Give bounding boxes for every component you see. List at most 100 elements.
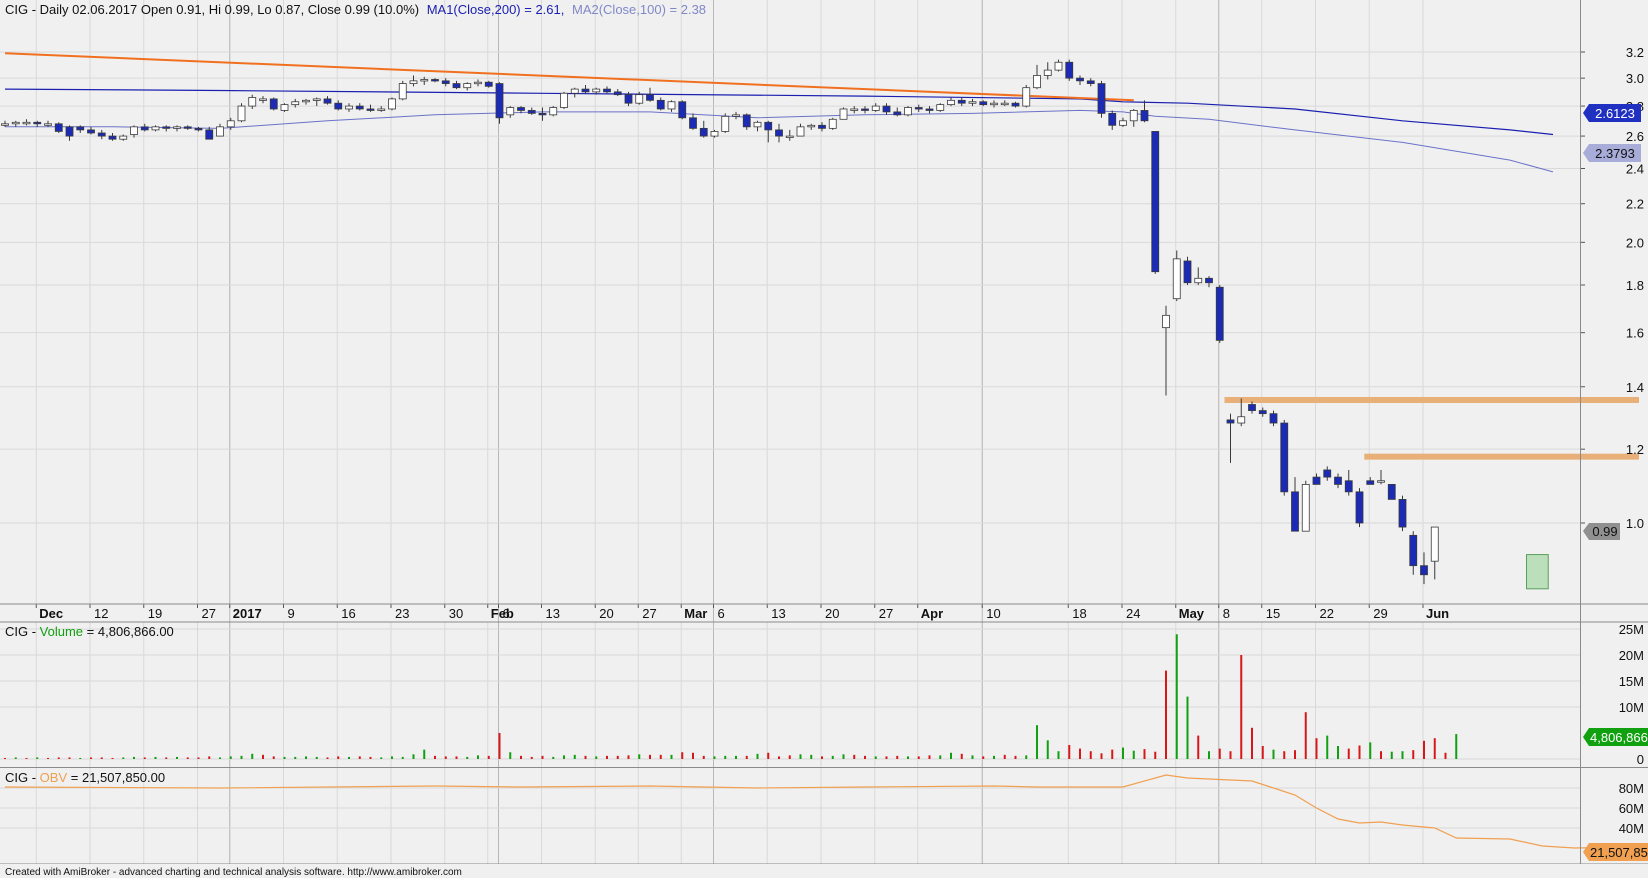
candle-body (753, 121, 762, 128)
candle-body (764, 121, 773, 131)
candle-body (646, 94, 654, 101)
candle-body (377, 108, 386, 111)
candle-body (839, 108, 848, 120)
candle-body (420, 79, 429, 82)
candle-body (1022, 87, 1031, 107)
ma200-axis-tag: 2.6123 (1583, 104, 1641, 122)
candle-body (194, 127, 203, 131)
candle-body (1215, 286, 1224, 341)
candle-body (484, 81, 493, 87)
candle-body (355, 105, 364, 110)
candle-body (1387, 484, 1396, 500)
candle-body (1312, 476, 1321, 485)
candle-body (1344, 480, 1353, 493)
price-tick-label: 3.0 (1626, 71, 1644, 86)
volume-label: Volume (40, 624, 83, 639)
candle-body (1108, 112, 1117, 126)
volume-panel-bg (0, 622, 1580, 767)
candle-body (1011, 102, 1020, 107)
candle-body (1194, 277, 1203, 284)
candle-body (732, 114, 740, 117)
candle-body (366, 108, 375, 111)
candle-body (22, 121, 31, 125)
volume-ticker: CIG - (5, 624, 40, 639)
candle-body (1000, 102, 1009, 106)
candle-body (1119, 120, 1127, 126)
date-tick-label: Dec (39, 606, 63, 621)
price-tick-label: 1.8 (1626, 278, 1644, 293)
price-tick-label: 1.4 (1626, 380, 1644, 395)
candle-body (1129, 110, 1138, 122)
candle-body (237, 105, 246, 122)
ma1-label: MA1(Close,200) = 2.61, (427, 2, 565, 17)
candle-body (506, 107, 515, 116)
candle-body (947, 99, 955, 106)
candle-body (87, 129, 95, 134)
obv-panel-bg (0, 768, 1580, 864)
candle-body (452, 83, 461, 89)
candle-body (581, 88, 590, 93)
candle-body (1033, 75, 1041, 89)
obv-ticker: CIG - (5, 770, 40, 785)
volume-tick-label: 15M (1619, 674, 1644, 689)
candle-body (463, 83, 472, 89)
candle-body (130, 126, 138, 135)
volume-tick-label: 20M (1619, 648, 1644, 663)
candle-body (1151, 131, 1160, 273)
date-tick-label: 6 (718, 606, 725, 621)
candle-body (796, 126, 805, 137)
candle-body (1398, 499, 1407, 528)
candle-body (1205, 277, 1213, 284)
candle-body (656, 99, 665, 110)
candle-body (1097, 83, 1106, 114)
candle-body (1269, 413, 1278, 424)
candle-body (248, 97, 257, 107)
price-tick-label: 1.2 (1626, 442, 1644, 457)
date-tick-label: 20 (599, 606, 613, 621)
candle-body (259, 98, 267, 101)
price-tick-label: 3.2 (1626, 45, 1644, 60)
candle-body (1183, 260, 1192, 284)
chart-window: 3.23.02.82.62.42.22.01.81.61.41.21.0Dec1… (0, 0, 1648, 878)
candle-body (549, 107, 558, 116)
candle-body (721, 115, 730, 132)
candle-body (807, 124, 816, 128)
chart-canvas[interactable]: 3.23.02.82.62.42.22.01.81.61.41.21.0Dec1… (0, 0, 1648, 878)
date-tick-label: May (1179, 606, 1205, 621)
highlight-box (1526, 554, 1549, 590)
candle-body (689, 117, 697, 129)
ma100-axis-tag: 2.3793 (1583, 144, 1641, 162)
candle-body (904, 107, 912, 116)
date-tick-label: 24 (1126, 606, 1140, 621)
candle-body (474, 81, 482, 85)
date-tick-label: 19 (148, 606, 162, 621)
candle-body (205, 129, 214, 140)
candle-body (151, 126, 160, 131)
obv-tick-label: 60M (1619, 801, 1644, 816)
candle-body (785, 135, 794, 138)
candle-body (1237, 416, 1246, 424)
date-tick-label: 6 (503, 606, 510, 621)
candle-body (592, 88, 601, 93)
date-tick-label: 9 (288, 606, 295, 621)
candle-body (1258, 410, 1267, 415)
obv-label: OBV (40, 770, 68, 785)
volume-value: = 4,806,866.00 (87, 624, 174, 639)
candle-body (517, 107, 525, 111)
date-tick-label: 13 (546, 606, 560, 621)
obv-tag-text: 21,507,85 (1590, 845, 1648, 860)
candle-body (570, 88, 579, 94)
candle-body (173, 126, 181, 129)
ma2-label: MA2(Close,100) = 2.38 (572, 2, 706, 17)
candle-body (828, 118, 837, 129)
resistance-line (1224, 396, 1639, 403)
candle-body (312, 98, 321, 101)
candle-body (775, 129, 783, 137)
candle-body (11, 121, 20, 125)
date-tick-label: 22 (1320, 606, 1334, 621)
close-axis-tag: 0.99 (1583, 523, 1620, 540)
candle-body (613, 91, 622, 96)
obv-tick-label: 80M (1619, 781, 1644, 796)
ticker-info: CIG - Daily 02.06.2017 Open 0.91, Hi 0.9… (5, 2, 419, 17)
candle-body (871, 105, 880, 111)
